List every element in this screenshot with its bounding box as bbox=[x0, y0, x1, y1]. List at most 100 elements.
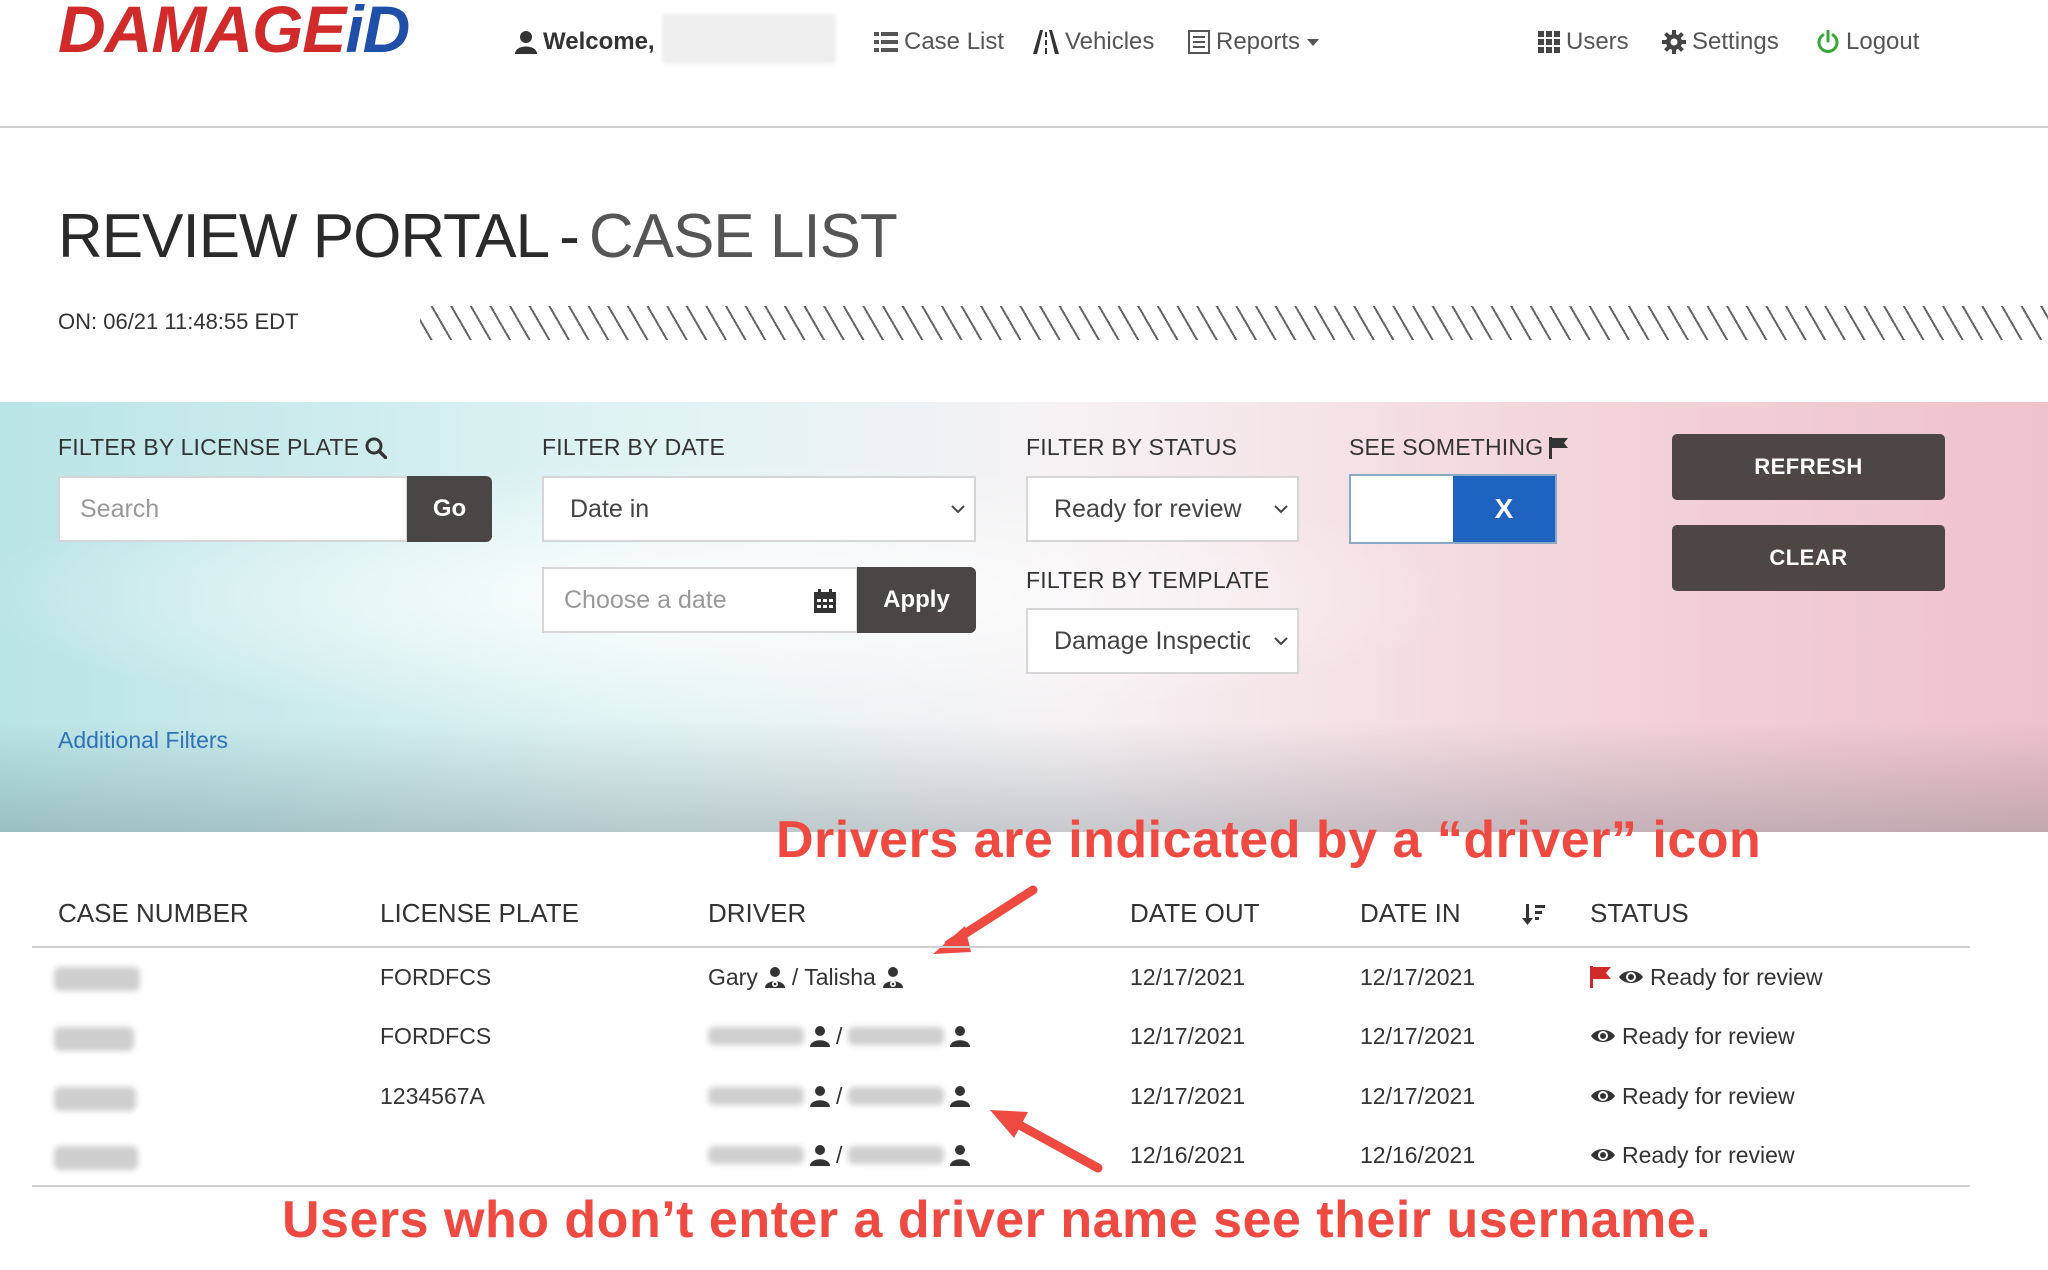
date-in-cell: 12/17/2021 bbox=[1360, 1022, 1476, 1049]
col-header-case-number[interactable]: CASE NUMBER bbox=[58, 898, 249, 929]
user-icon bbox=[810, 1086, 830, 1107]
date-in-cell: 12/17/2021 bbox=[1360, 963, 1476, 990]
driver-icon bbox=[764, 967, 785, 988]
status-filter-label: FILTER BY STATUS bbox=[1026, 434, 1238, 460]
date-in-cell: 12/16/2021 bbox=[1360, 1141, 1476, 1168]
col-header-date-in[interactable]: DATE IN bbox=[1360, 898, 1461, 929]
go-button[interactable]: Go bbox=[407, 476, 492, 542]
status-cell: Ready for review bbox=[1590, 960, 1823, 994]
last-updated-timestamp: ON: 06/21 11:48:55 EDT bbox=[58, 309, 299, 334]
date-picker-input[interactable]: Choose a date bbox=[542, 567, 858, 633]
table-header-divider bbox=[32, 946, 1970, 948]
case-number-cell[interactable] bbox=[54, 1082, 136, 1116]
date-out-cell: 12/17/2021 bbox=[1130, 1022, 1246, 1049]
grid-icon bbox=[1538, 31, 1560, 53]
report-icon bbox=[1188, 30, 1210, 54]
caret-down-icon bbox=[1307, 39, 1320, 46]
page-title: REVIEW PORTAL - CASE LIST bbox=[58, 202, 898, 271]
user-icon bbox=[950, 1145, 971, 1166]
gear-icon bbox=[1662, 30, 1686, 54]
nav-users[interactable]: Users bbox=[1538, 22, 1629, 62]
redacted-case-number bbox=[54, 1087, 136, 1111]
apply-date-button[interactable]: Apply bbox=[857, 567, 976, 633]
redacted-username bbox=[848, 1027, 945, 1045]
decorative-hatch-divider bbox=[420, 306, 2048, 340]
flag-icon bbox=[1549, 436, 1569, 459]
nav-reports-dropdown[interactable]: Reports bbox=[1188, 22, 1320, 62]
calendar-icon[interactable] bbox=[814, 589, 836, 613]
top-navbar: DAMAGEiD Welcome, Case List Vehicles Rep… bbox=[0, 0, 2048, 128]
annotation-username-note: Users who don’t enter a driver name see … bbox=[282, 1191, 1712, 1249]
redacted-username bbox=[848, 1146, 945, 1164]
redacted-case-number bbox=[54, 1027, 134, 1051]
status-cell: Ready for review bbox=[1590, 1079, 1795, 1113]
date-out-cell: 12/16/2021 bbox=[1130, 1141, 1246, 1168]
col-header-status[interactable]: STATUS bbox=[1590, 898, 1689, 929]
search-icon bbox=[365, 437, 388, 459]
col-header-driver[interactable]: DRIVER bbox=[708, 898, 806, 929]
driver-cell: Gary / Talisha bbox=[708, 960, 904, 994]
red-flag-icon bbox=[1590, 966, 1611, 988]
case-number-cell[interactable] bbox=[54, 962, 140, 996]
table-bottom-divider bbox=[32, 1185, 1970, 1187]
user-icon bbox=[810, 1145, 830, 1166]
template-filter-label: FILTER BY TEMPLATE bbox=[1026, 567, 1270, 593]
license-plate-filter-label: FILTER BY LICENSE PLATE bbox=[58, 434, 388, 461]
nav-logout[interactable]: Logout bbox=[1816, 22, 1919, 62]
license-plate-search-input[interactable]: Search bbox=[58, 476, 408, 542]
date-in-cell: 12/17/2021 bbox=[1360, 1082, 1476, 1109]
see-something-label: SEE SOMETHING bbox=[1349, 434, 1569, 461]
case-number-cell[interactable] bbox=[54, 1022, 134, 1056]
license-plate-cell: FORDFCS bbox=[380, 963, 492, 990]
redacted-username bbox=[708, 1087, 804, 1105]
redacted-username bbox=[848, 1087, 945, 1105]
nav-settings[interactable]: Settings bbox=[1662, 22, 1779, 62]
redacted-case-number bbox=[54, 967, 140, 991]
eye-icon[interactable] bbox=[1590, 1146, 1616, 1164]
annotation-arrow-bottom bbox=[990, 1110, 1103, 1173]
user-icon bbox=[515, 31, 537, 54]
refresh-button[interactable]: REFRESH bbox=[1672, 434, 1945, 500]
chevron-down-icon bbox=[951, 505, 965, 514]
driver-icon bbox=[882, 967, 903, 988]
chevron-down-icon bbox=[1274, 637, 1288, 646]
license-plate-cell: FORDFCS bbox=[380, 1022, 492, 1049]
redacted-username bbox=[662, 14, 836, 64]
nav-case-list[interactable]: Case List bbox=[874, 22, 1004, 62]
template-select[interactable]: Damage Inspection bbox=[1026, 608, 1299, 674]
user-icon bbox=[950, 1026, 971, 1047]
col-header-date-out[interactable]: DATE OUT bbox=[1130, 898, 1260, 929]
driver-cell: / bbox=[708, 1019, 971, 1053]
nav-vehicles[interactable]: Vehicles bbox=[1033, 22, 1154, 62]
redacted-username bbox=[708, 1146, 804, 1164]
brand-logo[interactable]: DAMAGEiD bbox=[58, 0, 410, 62]
status-cell: Ready for review bbox=[1590, 1138, 1795, 1172]
user-icon bbox=[810, 1026, 830, 1047]
power-icon bbox=[1817, 30, 1839, 53]
eye-icon[interactable] bbox=[1618, 968, 1644, 986]
redacted-username bbox=[708, 1027, 804, 1045]
user-icon bbox=[950, 1086, 971, 1107]
list-icon bbox=[874, 32, 898, 52]
see-something-toggle[interactable]: X bbox=[1349, 474, 1557, 544]
driver-cell: / bbox=[708, 1079, 971, 1113]
clear-button[interactable]: CLEAR bbox=[1672, 525, 1945, 591]
annotation-arrow-top bbox=[933, 885, 1038, 954]
license-plate-cell: 1234567A bbox=[380, 1082, 485, 1109]
additional-filters-link[interactable]: Additional Filters bbox=[58, 727, 228, 754]
status-select[interactable]: Ready for review bbox=[1026, 476, 1299, 542]
sort-descending-icon[interactable] bbox=[1522, 902, 1546, 926]
annotation-driver-icon-note: Drivers are indicated by a “driver” icon bbox=[776, 811, 1762, 869]
status-cell: Ready for review bbox=[1590, 1019, 1795, 1053]
road-icon bbox=[1033, 30, 1059, 54]
case-number-cell[interactable] bbox=[54, 1141, 138, 1175]
driver-cell: / bbox=[708, 1138, 971, 1172]
date-out-cell: 12/17/2021 bbox=[1130, 1082, 1246, 1109]
eye-icon[interactable] bbox=[1590, 1087, 1616, 1105]
date-out-cell: 12/17/2021 bbox=[1130, 963, 1246, 990]
redacted-case-number bbox=[54, 1146, 138, 1170]
date-filter-label: FILTER BY DATE bbox=[542, 434, 726, 460]
date-type-select[interactable]: Date in bbox=[542, 476, 976, 542]
col-header-license-plate[interactable]: LICENSE PLATE bbox=[380, 898, 579, 929]
eye-icon[interactable] bbox=[1590, 1027, 1616, 1045]
